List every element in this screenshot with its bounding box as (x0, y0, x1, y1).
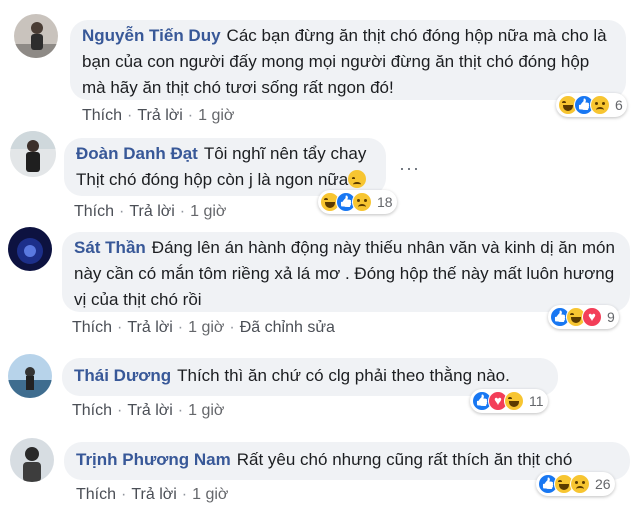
comment-author[interactable]: Thái Dương (74, 366, 171, 385)
sad-icon (352, 192, 372, 212)
avatar[interactable] (8, 227, 52, 271)
reaction-count: 18 (377, 194, 393, 210)
avatar[interactable] (14, 14, 58, 58)
comment-time[interactable]: 1 giờ (188, 319, 224, 336)
sad-icon (570, 474, 590, 494)
reply-link[interactable]: Trả lời (127, 319, 172, 336)
disappointed-emoji-icon (348, 170, 367, 188)
sad-icon (590, 95, 610, 115)
comment-bubble: Nguyễn Tiến Duy Các bạn đừng ăn thịt chó … (70, 20, 626, 100)
comment-actions: Thích · Trả lời · 1 giờ · Đã chỉnh sửa (72, 319, 335, 336)
comment-bubble: Đoàn Danh Đạt Tôi nghĩ nên tẩy chay Thịt … (64, 138, 386, 196)
reply-link[interactable]: Trả lời (129, 203, 174, 220)
comment-author[interactable]: Sát Thần (74, 238, 146, 257)
comment-text: Thích thì ăn chứ có clg phải theo thằng … (177, 366, 510, 385)
avatar-photo-icon (10, 131, 56, 177)
reaction-summary[interactable]: 9 (548, 305, 619, 329)
comment-author[interactable]: Trịnh Phương Nam (76, 450, 231, 469)
like-link[interactable]: Thích (82, 107, 122, 124)
reaction-summary[interactable]: 26 (536, 472, 615, 496)
avatar-photo-icon (14, 14, 58, 58)
comment-time[interactable]: 1 giờ (190, 203, 226, 220)
love-icon (582, 307, 602, 327)
avatar-photo-icon (8, 354, 52, 398)
avatar[interactable] (10, 438, 54, 482)
comment-time[interactable]: 1 giờ (192, 486, 228, 503)
comment-author[interactable]: Nguyễn Tiến Duy (82, 26, 221, 45)
reply-link[interactable]: Trả lời (127, 402, 172, 419)
avatar[interactable] (8, 354, 52, 398)
more-options-icon[interactable]: ··· (399, 158, 420, 179)
avatar-photo-icon (8, 227, 52, 271)
avatar-photo-icon (10, 438, 54, 482)
edited-link[interactable]: Đã chỉnh sửa (240, 319, 335, 336)
comment-text: Đáng lên án hành động này thiếu nhân văn… (74, 238, 615, 309)
reaction-summary[interactable]: 6 (556, 93, 627, 117)
comment-time[interactable]: 1 giờ (198, 107, 234, 124)
reply-link[interactable]: Trả lời (131, 486, 176, 503)
reaction-count: 9 (607, 309, 615, 325)
comment-author[interactable]: Đoàn Danh Đạt (76, 144, 198, 163)
reaction-summary[interactable]: 11 (470, 389, 548, 413)
comment-actions: Thích · Trả lời · 1 giờ (76, 486, 229, 503)
comment-actions: Thích · Trả lời · 1 giờ (82, 107, 235, 124)
reaction-count: 6 (615, 97, 623, 113)
comment-bubble: Sát Thần Đáng lên án hành động này thiếu … (62, 232, 630, 312)
haha-icon (504, 391, 524, 411)
reaction-summary[interactable]: 18 (318, 190, 397, 214)
reply-link[interactable]: Trả lời (137, 107, 182, 124)
like-link[interactable]: Thích (72, 319, 112, 336)
reaction-count: 11 (529, 393, 544, 409)
comment-time[interactable]: 1 giờ (188, 402, 224, 419)
like-link[interactable]: Thích (72, 402, 112, 419)
reaction-count: 26 (595, 476, 611, 492)
comment-text: Rất yêu chó nhưng cũng rất thích ăn thịt… (236, 450, 573, 469)
comment-actions: Thích · Trả lời · 1 giờ (74, 203, 227, 220)
comment-actions: Thích · Trả lời · 1 giờ (72, 402, 225, 419)
like-link[interactable]: Thích (76, 486, 116, 503)
avatar[interactable] (10, 131, 56, 177)
like-link[interactable]: Thích (74, 203, 114, 220)
